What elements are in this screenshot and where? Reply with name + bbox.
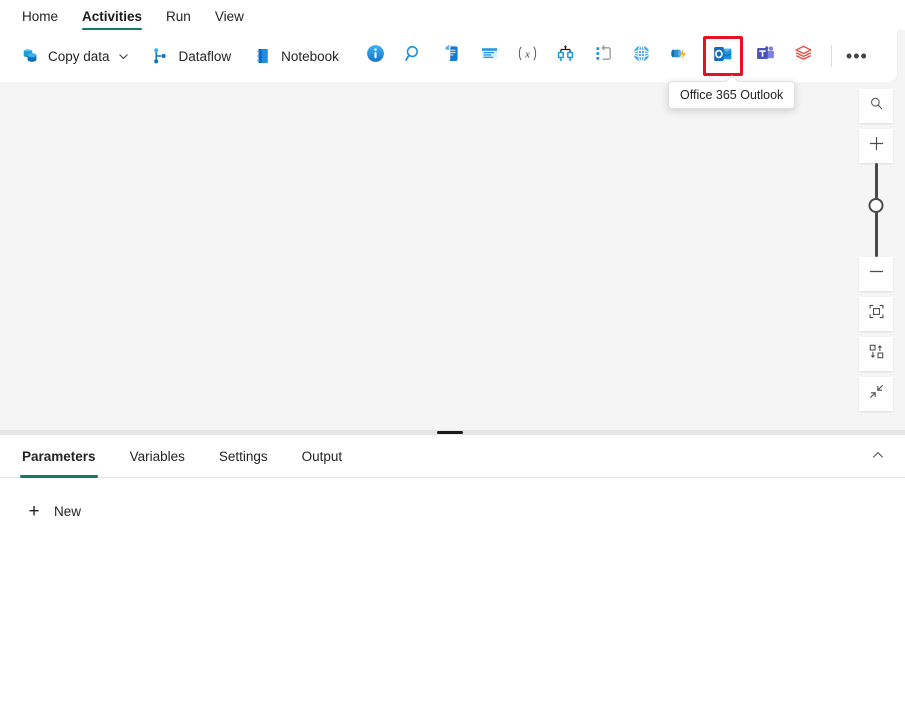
tooltip-text: Office 365 Outlook xyxy=(680,88,783,102)
search-icon xyxy=(869,96,884,116)
properties-tabstrip: Parameters Variables Settings Output xyxy=(0,436,905,478)
toolbar-region: Copy data Dataflow xyxy=(0,30,905,82)
auto-align-button[interactable] xyxy=(859,337,893,371)
script-scroll-icon xyxy=(441,43,462,69)
zoom-out-button[interactable] xyxy=(859,257,893,291)
canvas-zoom-controls xyxy=(859,89,893,411)
zoom-in-button[interactable] xyxy=(859,129,893,163)
notebook-icon xyxy=(253,46,273,66)
databricks-icon xyxy=(793,43,814,69)
stored-procedure-icon-button[interactable] xyxy=(473,39,507,73)
teams-icon xyxy=(755,43,776,69)
azure-function-icon xyxy=(669,43,690,69)
ribbon-tab-run[interactable]: Run xyxy=(154,9,203,30)
activities-toolbar: Copy data Dataflow xyxy=(0,30,897,82)
notebook-button[interactable]: Notebook xyxy=(247,39,345,73)
tab-output[interactable]: Output xyxy=(300,436,345,478)
tab-settings[interactable]: Settings xyxy=(217,436,270,478)
chevron-up-icon xyxy=(871,448,885,467)
properties-tab-label: Output xyxy=(302,449,343,464)
zoom-slider[interactable] xyxy=(859,163,893,257)
ribbon-tab-label: Run xyxy=(166,9,191,24)
toolbar-overflow-button[interactable]: ••• xyxy=(840,39,874,73)
fit-to-screen-button[interactable] xyxy=(859,297,893,331)
collapse-arrows-icon xyxy=(868,383,885,405)
collapse-canvas-button[interactable] xyxy=(859,377,893,411)
tab-parameters[interactable]: Parameters xyxy=(20,436,98,478)
new-parameter-button[interactable]: + New xyxy=(20,496,89,526)
lookup-icon-button[interactable] xyxy=(397,39,431,73)
databricks-icon-button[interactable] xyxy=(787,39,821,73)
toolbar-separator xyxy=(831,45,832,67)
office-365-outlook-icon xyxy=(712,43,734,70)
ribbon-tab-view[interactable]: View xyxy=(203,9,256,30)
ribbon-tab-label: Home xyxy=(22,9,58,24)
switch-branch-icon xyxy=(555,43,576,69)
collapse-properties-pane-button[interactable] xyxy=(863,442,893,472)
properties-pane: Parameters Variables Settings Output + N… xyxy=(0,435,905,706)
splitter-grip-handle[interactable] xyxy=(437,431,463,434)
azure-function-icon-button[interactable] xyxy=(663,39,697,73)
auto-align-icon xyxy=(868,343,885,365)
ribbon-tab-activities[interactable]: Activities xyxy=(70,9,154,30)
svg-text:x: x xyxy=(525,49,531,60)
tab-variables[interactable]: Variables xyxy=(128,436,187,478)
notebook-label: Notebook xyxy=(281,49,339,64)
ribbon-tabstrip: Home Activities Run View xyxy=(0,0,905,30)
get-metadata-icon-button[interactable] xyxy=(359,39,393,73)
plus-icon xyxy=(868,135,885,157)
script-icon-button[interactable] xyxy=(435,39,469,73)
properties-tab-label: Parameters xyxy=(22,449,96,464)
dataflow-label: Dataflow xyxy=(179,49,232,64)
properties-tab-label: Variables xyxy=(130,449,185,464)
web-icon-button[interactable] xyxy=(625,39,659,73)
foreach-icon-button[interactable] xyxy=(587,39,621,73)
teams-icon-button[interactable] xyxy=(749,39,783,73)
variable-x-icon: x xyxy=(516,43,539,69)
info-circle-icon xyxy=(365,43,386,69)
chevron-down-icon[interactable] xyxy=(118,51,129,62)
fit-to-screen-icon xyxy=(868,303,885,325)
ribbon-tab-home[interactable]: Home xyxy=(10,9,70,30)
properties-tab-label: Settings xyxy=(219,449,268,464)
pipeline-canvas[interactable] xyxy=(0,82,905,430)
activity-tooltip: Office 365 Outlook xyxy=(668,81,795,109)
ribbon-tab-label: View xyxy=(215,9,244,24)
stored-procedure-icon xyxy=(479,43,500,69)
magnifier-icon xyxy=(403,43,424,69)
plus-icon: + xyxy=(24,502,44,521)
minus-icon xyxy=(868,263,885,285)
zoom-slider-thumb[interactable] xyxy=(869,198,884,213)
switch-icon-button[interactable] xyxy=(549,39,583,73)
dataflow-button[interactable]: Dataflow xyxy=(145,39,238,73)
pipeline-editor-window: Home Activities Run View Copy xyxy=(0,0,905,706)
copy-data-button[interactable]: Copy data xyxy=(14,39,135,73)
toolbar-overflow-label: ••• xyxy=(846,46,868,67)
foreach-loop-icon xyxy=(593,43,614,69)
office-365-outlook-icon-button[interactable] xyxy=(703,36,743,76)
copy-data-icon xyxy=(20,46,40,66)
new-parameter-label: New xyxy=(54,504,81,519)
globe-icon xyxy=(631,43,652,69)
ribbon-tab-label: Activities xyxy=(82,9,142,24)
copy-data-label: Copy data xyxy=(48,49,110,64)
dataflow-icon xyxy=(151,46,171,66)
set-variable-icon-button[interactable]: x xyxy=(511,39,545,73)
canvas-search-button[interactable] xyxy=(859,89,893,123)
